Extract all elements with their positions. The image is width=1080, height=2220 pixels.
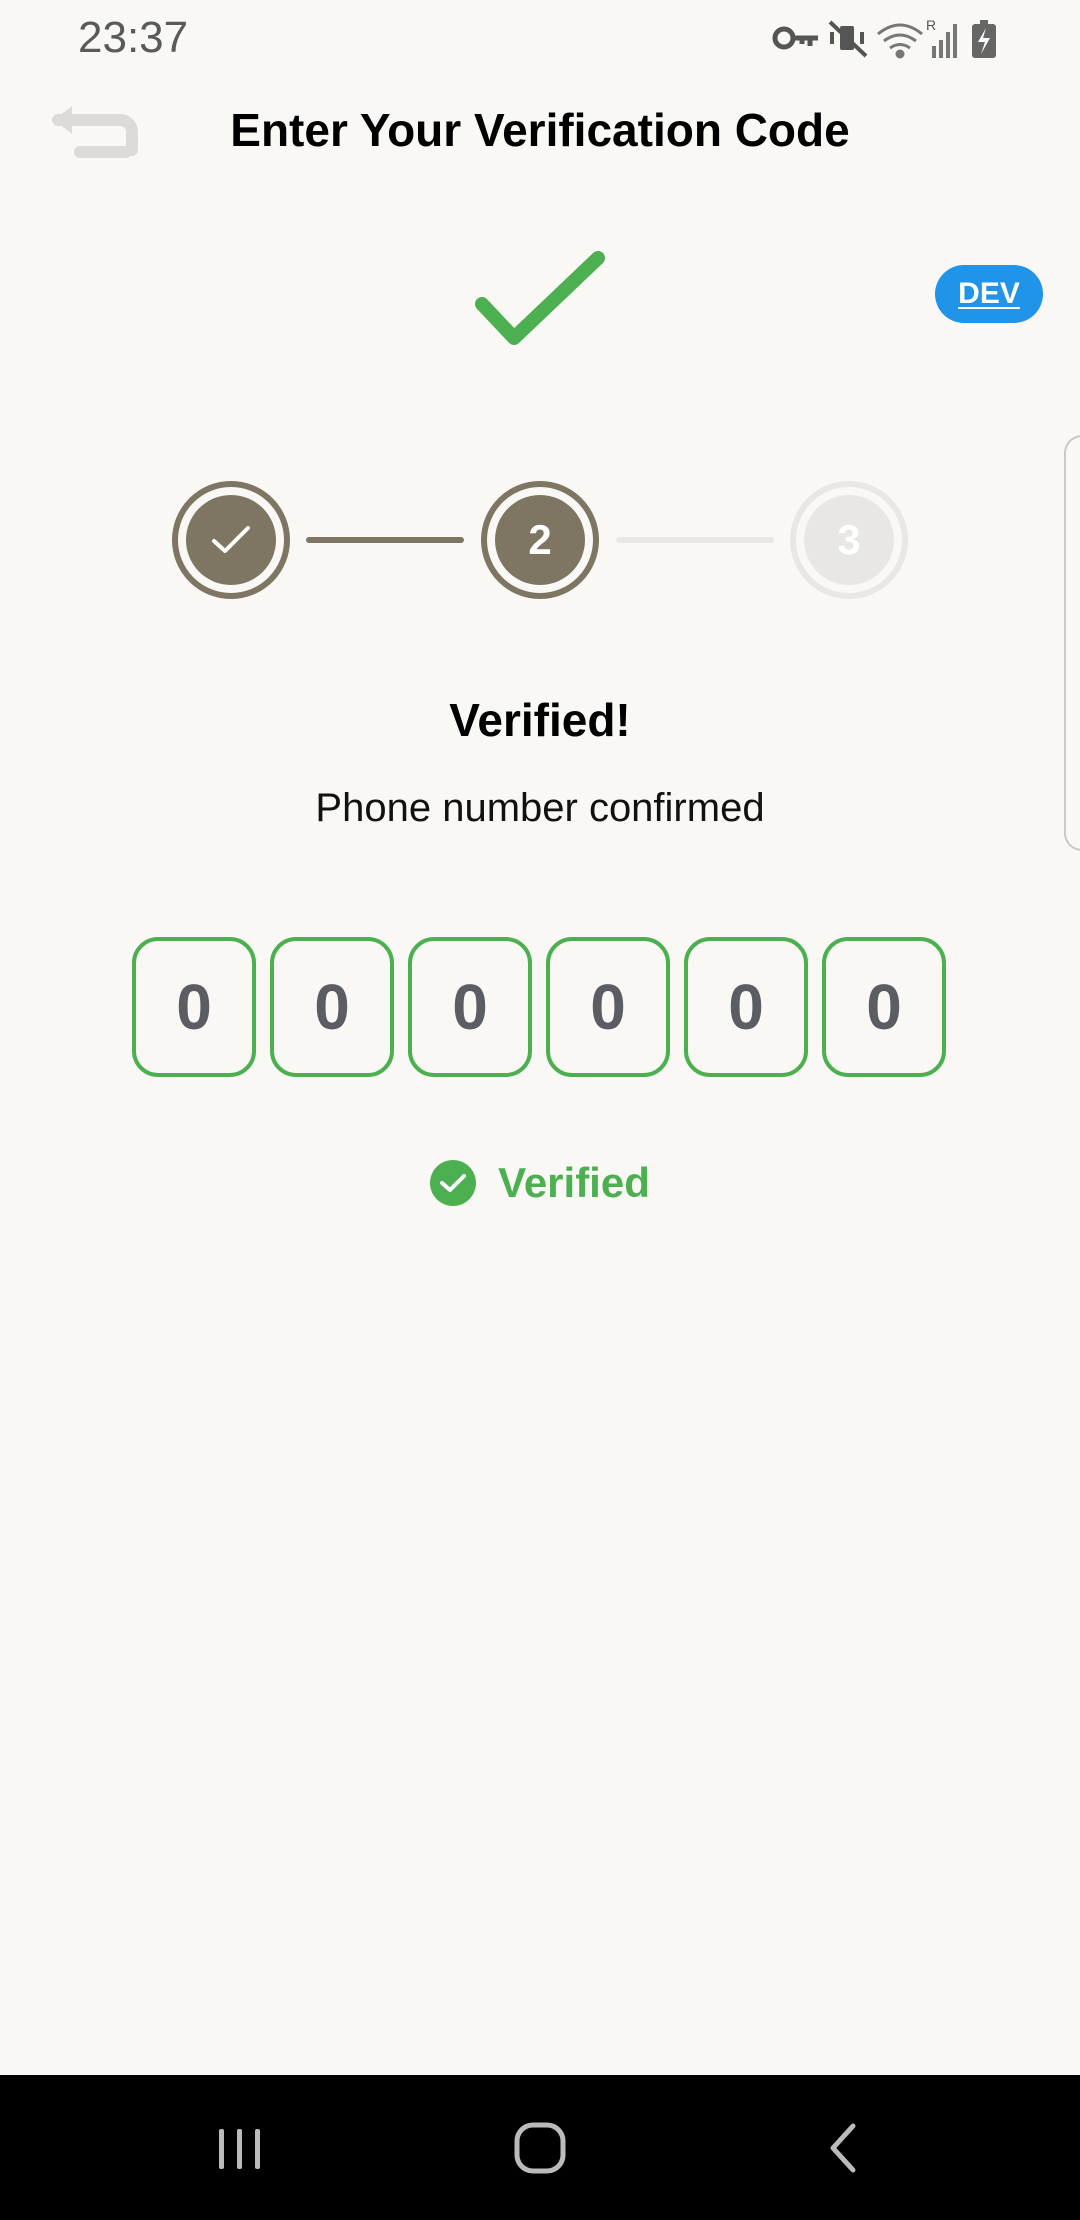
step-1-indicator <box>186 495 276 585</box>
wifi-icon <box>877 23 923 59</box>
dev-badge[interactable]: DEV <box>935 265 1043 323</box>
step-3: 3 <box>790 481 908 599</box>
step-2: 2 <box>481 481 599 599</box>
code-digit-3[interactable]: 0 <box>408 937 532 1077</box>
nav-back-button[interactable] <box>763 2075 923 2220</box>
vpn-key-icon <box>772 26 818 50</box>
verified-subtitle: Phone number confirmed <box>315 786 765 830</box>
step-2-number: 2 <box>495 495 585 585</box>
navigation-bar <box>0 2075 1080 2220</box>
battery-charging-icon <box>972 20 996 58</box>
step-3-number: 3 <box>804 495 894 585</box>
success-check-icon <box>470 246 610 366</box>
svg-text:R: R <box>926 17 936 33</box>
code-digit-6[interactable]: 0 <box>822 937 946 1077</box>
step-1 <box>172 481 290 599</box>
verified-title: Verified! <box>449 694 631 746</box>
verified-status: Verified <box>0 1152 1080 1214</box>
page-title: Enter Your Verification Code <box>230 104 850 156</box>
back-icon <box>830 2123 856 2172</box>
code-digit-5[interactable]: 0 <box>684 937 808 1077</box>
verified-status-label: Verified <box>498 1159 650 1206</box>
home-icon <box>514 2122 566 2173</box>
check-circle-icon <box>430 1160 477 1206</box>
code-digit-1[interactable]: 0 <box>132 937 256 1077</box>
code-digit-2[interactable]: 0 <box>270 937 394 1077</box>
home-button[interactable] <box>460 2075 620 2220</box>
check-icon <box>212 526 250 553</box>
recent-apps-button[interactable] <box>160 2075 320 2220</box>
status-time: 23:37 <box>78 13 189 62</box>
stepper-connector-1 <box>306 537 464 543</box>
status-icons: R <box>768 14 1008 62</box>
code-digit-4[interactable]: 0 <box>546 937 670 1077</box>
stepper-connector-2 <box>616 537 774 543</box>
recent-apps-icon <box>219 2128 260 2169</box>
signal-icon: R <box>926 17 957 58</box>
vibrate-mute-icon <box>828 20 868 58</box>
